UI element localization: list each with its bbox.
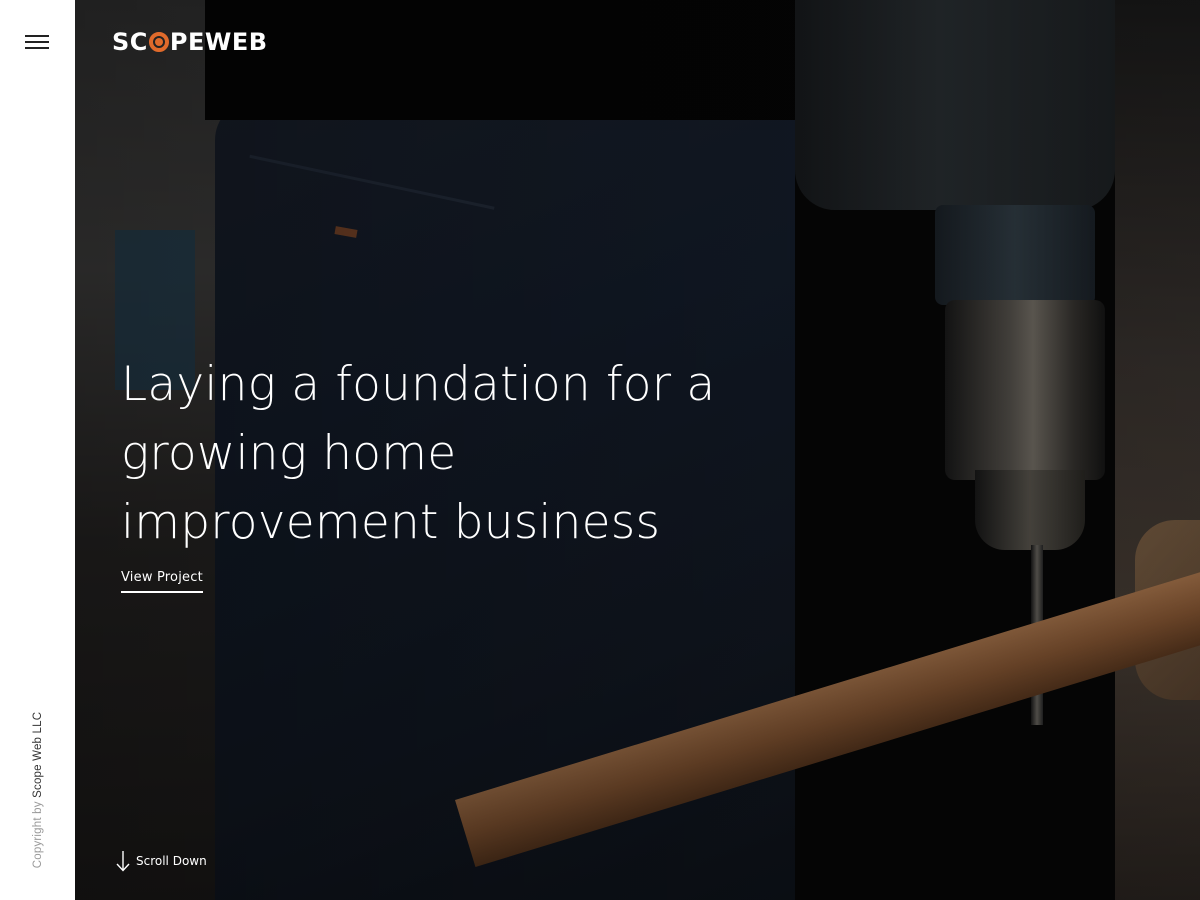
- menu-line: [25, 47, 49, 49]
- hamburger-menu-icon[interactable]: [25, 33, 49, 51]
- menu-line: [25, 41, 49, 43]
- logo-text-suffix: PEWEB: [169, 28, 268, 56]
- view-project-link[interactable]: View Project: [121, 570, 203, 593]
- sidebar: Copyright by Scope Web LLC: [0, 0, 75, 900]
- copyright-text: Copyright by Scope Web LLC: [32, 712, 44, 869]
- copyright-owner: Scope Web LLC: [32, 711, 44, 798]
- copyright-prefix: Copyright by: [32, 801, 44, 869]
- hero-headline: Laying a foundation for a growing home i…: [121, 357, 716, 550]
- menu-line: [25, 35, 49, 37]
- scroll-down-label: Scroll Down: [136, 854, 207, 868]
- logo-text-prefix: SC: [112, 28, 148, 56]
- logo-o-mark-icon: [148, 32, 169, 52]
- scroll-down-button[interactable]: Scroll Down: [116, 850, 207, 872]
- arrow-down-icon: [116, 851, 130, 872]
- scopeweb-logo[interactable]: SC PEWEB: [112, 27, 268, 57]
